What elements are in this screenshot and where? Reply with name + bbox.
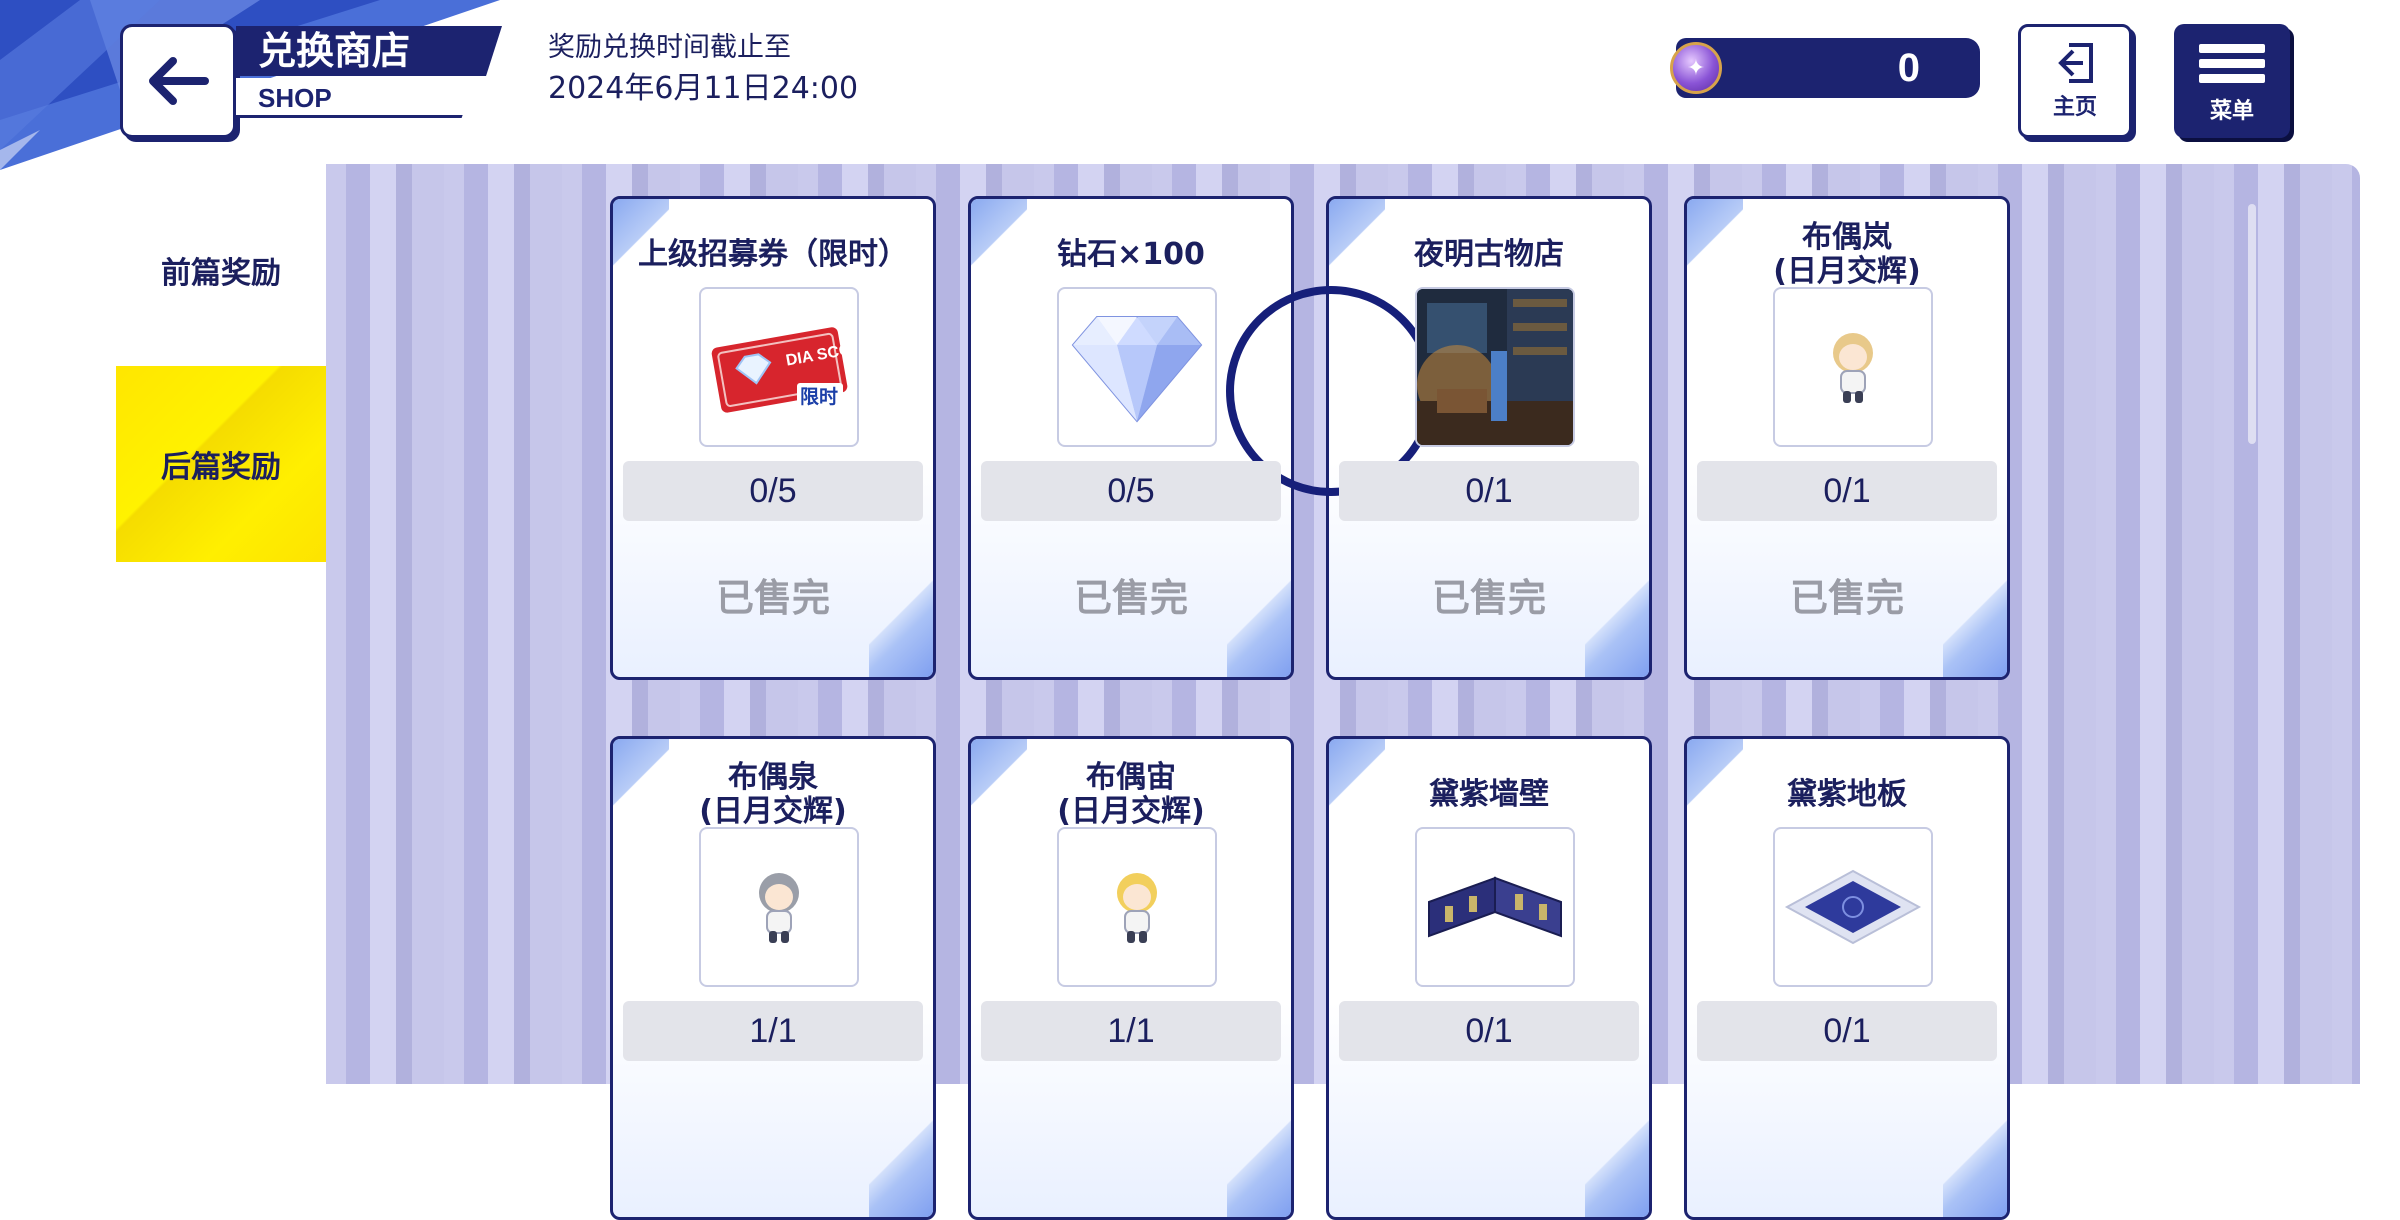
wall-icon [1428, 876, 1562, 938]
sold-out-label: 已售完 [1431, 575, 1546, 620]
item-count: 1/1 [623, 1001, 923, 1061]
menu-label: 菜单 [2209, 98, 2254, 124]
item-name: 上级招募券（限时） [638, 237, 908, 272]
currency-display: ✦ 0 [1670, 38, 1980, 98]
tab-label: 后篇奖励 [161, 450, 281, 485]
shop-item-card[interactable]: 钻石×100 0/5 已售完 [968, 196, 1294, 680]
item-count: 0/1 [1339, 461, 1639, 521]
item-name: 钻石×100 [1057, 237, 1205, 272]
tab-part2-rewards[interactable]: 后篇奖励 [116, 366, 326, 562]
tab-label: 前篇奖励 [161, 256, 281, 291]
floor-icon [1784, 869, 1922, 945]
diamond-icon [1071, 316, 1203, 423]
exit-home-icon [2058, 43, 2093, 83]
deadline-info: 奖励兑换时间截止至 2024年6月11日24:00 [548, 30, 858, 112]
shop-item-card[interactable]: 布偶宙 (日月交辉) 1/1 [968, 736, 1294, 1220]
item-name: 黛紫墙壁 [1429, 777, 1549, 812]
item-name: 黛紫地板 [1787, 777, 1907, 812]
item-name: 布偶泉 (日月交辉) [699, 760, 847, 829]
deadline-value: 2024年6月11日24:00 [548, 71, 859, 106]
menu-button[interactable]: 菜单 [2174, 24, 2290, 138]
shop-item-card[interactable]: 布偶泉 (日月交辉) 1/1 [610, 736, 936, 1220]
plush-blonde-icon [1833, 333, 1873, 403]
item-thumbnail [1415, 827, 1575, 987]
item-name: 布偶岚 (日月交辉) [1773, 220, 1921, 289]
back-button[interactable] [120, 24, 236, 138]
item-thumbnail [1057, 287, 1217, 447]
page-subtitle: SHOP [236, 78, 476, 118]
ticket-badge: 限时 [800, 386, 838, 408]
currency-value: 0 [1897, 46, 1920, 90]
tab-part1-rewards[interactable]: 前篇奖励 [116, 172, 326, 368]
shop-item-card[interactable]: 黛紫墙壁 0/1 [1326, 736, 1652, 1220]
item-thumbnail [1057, 827, 1217, 987]
hamburger-icon [2199, 38, 2265, 89]
item-thumbnail [699, 827, 859, 987]
item-count: 0/1 [1697, 461, 1997, 521]
item-count: 0/5 [623, 461, 923, 521]
item-name: 夜明古物店 [1414, 237, 1564, 272]
plush-grey-hair-icon [759, 873, 799, 943]
sold-out-label: 已售完 [1073, 575, 1188, 620]
sold-out-label: 已售完 [1789, 575, 1904, 620]
home-button[interactable]: 主页 [2018, 24, 2132, 138]
home-label: 主页 [2052, 95, 2097, 120]
item-name: 布偶宙 (日月交辉) [1057, 760, 1205, 829]
sold-out-label: 已售完 [715, 575, 830, 620]
item-count: 0/1 [1339, 1001, 1639, 1061]
item-thumbnail: DIA SCOUT 限时 [699, 287, 859, 447]
deadline-label: 奖励兑换时间截止至 [548, 32, 791, 63]
scrollbar[interactable] [2248, 204, 2256, 444]
arrow-left-icon [149, 57, 209, 105]
shop-background-icon [1417, 289, 1573, 445]
scout-ticket-icon: DIA SCOUT 限时 [711, 327, 849, 413]
shop-item-card[interactable]: 布偶岚 (日月交辉) 0/1 已售完 [1684, 196, 2010, 680]
item-count: 0/5 [981, 461, 1281, 521]
item-thumbnail [1415, 287, 1575, 447]
shop-item-card[interactable]: 夜明古物店 0/1 已售完 [1326, 196, 1652, 680]
shop-item-card[interactable]: 上级招募券（限时） DIA SCOUT 限时 0/5 已售完 [610, 196, 936, 680]
item-thumbnail [1773, 287, 1933, 447]
shop-item-card[interactable]: 黛紫地板 0/1 [1684, 736, 2010, 1220]
item-count: 1/1 [981, 1001, 1281, 1061]
item-thumbnail [1773, 827, 1933, 987]
page-title: 兑换商店 [236, 26, 502, 76]
item-count: 0/1 [1697, 1001, 1997, 1061]
plush-yellow-hair-icon [1117, 873, 1157, 943]
